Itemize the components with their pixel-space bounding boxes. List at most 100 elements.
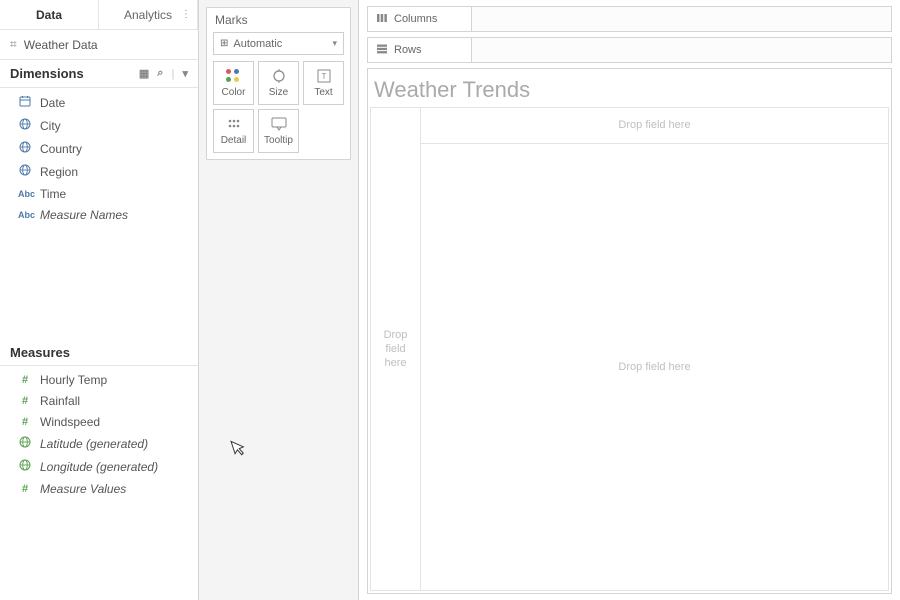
abc-icon: Abc <box>18 187 32 202</box>
dimension-field[interactable]: City <box>0 115 198 138</box>
abc-icon: Abc <box>18 208 32 223</box>
view-grid-icon[interactable]: ▦ <box>139 67 149 80</box>
dimensions-title: Dimensions <box>10 66 84 81</box>
marks-buttons: Color Size T Text <box>207 61 350 159</box>
svg-text:T: T <box>321 72 326 81</box>
tooltip-icon <box>271 116 287 132</box>
datasource-icon: ⌗ <box>10 37 17 52</box>
marks-card: Marks ⊞ Automatic ▾ Color Size T <box>206 7 351 160</box>
date-icon <box>18 95 32 112</box>
rows-drop-zone[interactable] <box>472 38 891 62</box>
color-dot <box>234 77 239 82</box>
data-panel: Data Analytics ⋮ ⌗ Weather Data Dimensio… <box>0 0 199 600</box>
cursor-icon <box>230 436 250 462</box>
tab-analytics[interactable]: Analytics ⋮ <box>99 0 198 29</box>
measures-title: Measures <box>10 345 70 360</box>
canvas: Drop field here Drop field here Drop fie… <box>370 107 889 591</box>
color-icon <box>226 68 241 84</box>
marks-size-label: Size <box>269 87 288 98</box>
globe-icon <box>18 164 32 181</box>
marks-color-label: Color <box>222 87 246 98</box>
field-label: Hourly Temp <box>40 373 107 388</box>
color-dot <box>226 69 231 74</box>
marks-type-caret-icon: ▾ <box>332 38 337 49</box>
row-drop-zone[interactable]: Drop field here <box>371 108 421 590</box>
measure-field[interactable]: # Rainfall <box>0 391 198 412</box>
dimension-field[interactable]: Country <box>0 138 198 161</box>
field-label: Rainfall <box>40 394 80 409</box>
marks-type-select[interactable]: ⊞ Automatic ▾ <box>213 32 344 55</box>
rows-text: Rows <box>394 44 422 56</box>
rows-shelf[interactable]: Rows <box>367 37 892 63</box>
marks-type-icon: ⊞ <box>220 38 228 49</box>
num-icon: # <box>18 415 32 430</box>
marks-text-label: Text <box>314 87 332 98</box>
column-drop-hint: Drop field here <box>618 118 690 132</box>
column-drop-zone[interactable]: Drop field here <box>421 108 888 144</box>
datasource-name: Weather Data <box>24 38 98 52</box>
marks-color-button[interactable]: Color <box>213 61 254 105</box>
rows-shelf-label: Rows <box>368 38 472 62</box>
sheet-title[interactable]: Weather Trends <box>368 69 891 107</box>
tab-data[interactable]: Data <box>0 0 99 29</box>
tab-data-label: Data <box>36 8 62 22</box>
field-label: Time <box>40 187 66 202</box>
field-label: City <box>40 119 61 134</box>
dimension-field[interactable]: Abc Time <box>0 184 198 205</box>
dimension-field[interactable]: Date <box>0 92 198 115</box>
num-icon: # <box>18 482 32 497</box>
marks-text-button[interactable]: T Text <box>303 61 344 105</box>
row-drop-hint: Drop field here <box>384 328 408 371</box>
measure-field[interactable]: # Hourly Temp <box>0 370 198 391</box>
main-drop-zone[interactable]: Drop field here <box>421 144 888 590</box>
marks-tooltip-button[interactable]: Tooltip <box>258 109 299 153</box>
marks-type-value: Automatic <box>233 38 282 50</box>
dropdown-caret-icon[interactable]: ▾ <box>182 67 188 80</box>
detail-icon <box>227 116 241 132</box>
side-tabs: Data Analytics ⋮ <box>0 0 198 30</box>
workspace: Columns Rows Weather Trends Drop field h… <box>359 0 900 600</box>
field-label: Date <box>40 96 65 111</box>
divider: | <box>171 68 174 80</box>
search-icon[interactable]: ⌕ <box>157 67 163 80</box>
field-label: Latitude (generated) <box>40 437 148 452</box>
text-icon: T <box>317 68 331 84</box>
measure-field[interactable]: Latitude (generated) <box>0 433 198 456</box>
tab-more-icon[interactable]: ⋮ <box>181 9 191 20</box>
measures-header: Measures <box>0 340 198 366</box>
field-label: Measure Values <box>40 482 126 497</box>
num-icon: # <box>18 394 32 409</box>
size-icon <box>271 68 287 84</box>
globe-icon <box>18 436 32 453</box>
num-icon: # <box>18 373 32 388</box>
columns-text: Columns <box>394 13 437 25</box>
columns-shelf[interactable]: Columns <box>367 6 892 32</box>
globe-icon <box>18 459 32 476</box>
marks-panel: Marks ⊞ Automatic ▾ Color Size T <box>199 0 359 600</box>
globe-icon <box>18 141 32 158</box>
spacer <box>0 230 198 340</box>
marks-tooltip-label: Tooltip <box>264 135 293 146</box>
dimension-field[interactable]: AbcMeasure Names <box>0 205 198 226</box>
columns-shelf-label: Columns <box>368 7 472 31</box>
columns-drop-zone[interactable] <box>472 7 891 31</box>
sheet-area: Weather Trends Drop field here Drop fiel… <box>367 68 892 594</box>
field-label: Longitude (generated) <box>40 460 158 475</box>
col-zone: Drop field here Drop field here <box>421 108 888 590</box>
field-label: Region <box>40 165 78 180</box>
globe-icon <box>18 118 32 135</box>
marks-size-button[interactable]: Size <box>258 61 299 105</box>
marks-detail-label: Detail <box>221 135 247 146</box>
color-dot <box>234 69 239 74</box>
measure-field[interactable]: # Measure Values <box>0 479 198 500</box>
dimensions-list: Date City Country Region Abc Time AbcMeasure N… <box>0 88 198 230</box>
main-drop-hint: Drop field here <box>618 360 690 374</box>
datasource-row[interactable]: ⌗ Weather Data <box>0 30 198 60</box>
marks-detail-button[interactable]: Detail <box>213 109 254 153</box>
marks-title: Marks <box>207 8 350 32</box>
field-label: Country <box>40 142 82 157</box>
measure-field[interactable]: Longitude (generated) <box>0 456 198 479</box>
dimension-field[interactable]: Region <box>0 161 198 184</box>
measure-field[interactable]: #Windspeed <box>0 412 198 433</box>
measures-list: # Hourly Temp # Rainfall #Windspeed Latitude … <box>0 366 198 600</box>
